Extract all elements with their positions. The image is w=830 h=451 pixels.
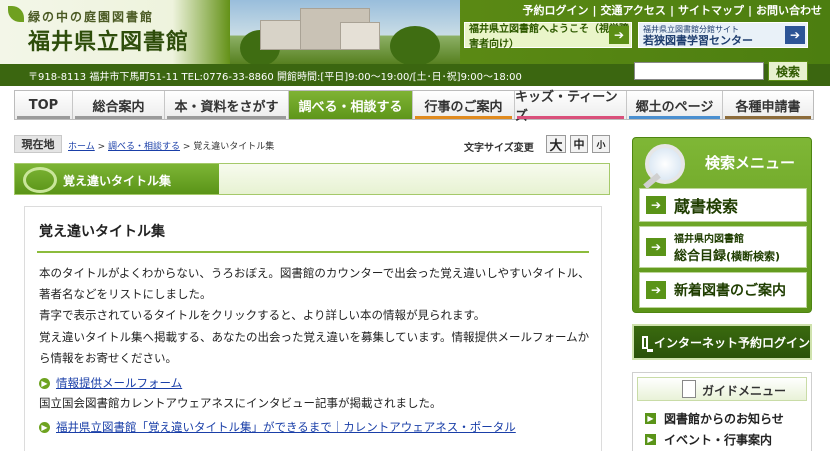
catalog-search-label: 蔵書検索	[674, 197, 739, 216]
breadcrumb: ホーム > 調べる・相談する > 覚え違いタイトル集	[68, 139, 274, 152]
nav-stripe	[629, 116, 720, 119]
new-books-label: 新着図書のご案内	[674, 283, 786, 299]
intro-paragraph: 本のタイトルがよくわからない、うろおぼえ。図書館のカウンターで出会った覚え違いし…	[39, 266, 590, 301]
document-icon	[682, 380, 696, 398]
wakasa-banner[interactable]: 福井県立図書館分館サイト 若狭図書学習センター ➔	[638, 22, 808, 48]
arrow-right-icon: ▶	[645, 434, 656, 445]
link-sitemap[interactable]: サイトマップ	[678, 4, 744, 17]
union-catalog-line1: 福井県内図書館	[674, 234, 744, 245]
font-size-large-button[interactable]: 大	[546, 135, 566, 154]
nav-label: 郷土のページ	[635, 99, 714, 115]
content-box: 覚え違いタイトル集 本のタイトルがよくわからない、うろおぼえ。図書館のカウンター…	[24, 206, 602, 451]
hint-paragraph: 青字で表示されているタイトルをクリックすると、より詳しい本の情報が見られます。	[39, 308, 486, 322]
search-button[interactable]: 検索	[768, 61, 808, 81]
guide-menu-header: ガイドメニュー	[637, 377, 807, 401]
nav-label: 調べる・相談する	[298, 99, 403, 115]
union-catalog-suffix: (横断検索)	[726, 250, 781, 263]
page-heading: 覚え違いタイトル集	[63, 174, 172, 188]
arrow-circle-icon: ▶	[39, 377, 50, 389]
nav-guide[interactable]: 総合案内	[73, 91, 165, 119]
logo-title: 福井県立図書館	[28, 30, 190, 55]
mail-form-link-row: ▶ 情報提供メールフォーム	[39, 375, 182, 391]
internet-reservation-login-button[interactable]: インターネット予約ログイン	[632, 324, 812, 360]
breadcrumb-current: 覚え違いタイトル集	[193, 142, 275, 152]
search-menu: 検索メニュー ➔ 蔵書検索 ➔ 福井県内図書館 総合目録(横断検索) ➔ 新着図…	[632, 137, 812, 313]
guide-menu-title: ガイドメニュー	[702, 384, 787, 398]
library-info: 〒918-8113 福井市下馬町51-11 TEL:0776-33-8860 開…	[28, 72, 522, 83]
nav-stripe	[725, 116, 811, 119]
guide-item-label: イベント・行事案内	[664, 433, 773, 447]
breadcrumb-label: 現在地	[14, 135, 62, 153]
nav-top[interactable]: TOP	[15, 91, 73, 119]
breadcrumb-home[interactable]: ホーム	[68, 142, 95, 152]
logo[interactable]: 緑の中の庭園図書館 福井県立図書館	[0, 0, 230, 64]
breadcrumb-section[interactable]: 調べる・相談する	[108, 142, 180, 152]
nav-search-materials[interactable]: 本・資料をさがす	[165, 91, 289, 119]
search-input[interactable]	[634, 62, 764, 80]
nav-local[interactable]: 郷土のページ	[627, 91, 723, 119]
guide-item-events[interactable]: ▶ イベント・行事案内	[645, 431, 772, 448]
site-header: 緑の中の庭園図書館 福井県立図書館 予約ログイン | 交通アクセス | サイトマップ | お…	[0, 0, 830, 86]
link-reserve-login[interactable]: 予約ログイン	[522, 4, 588, 17]
arrow-right-icon: ▶	[645, 413, 656, 424]
nav-kids-teens[interactable]: キッズ・ティーンズ	[515, 90, 627, 124]
search-menu-title: 検索メニュー	[705, 154, 796, 172]
header-tree	[390, 26, 440, 66]
content-title: 覚え違いタイトル集	[39, 224, 165, 240]
accessibility-banner-label: 福井県立図書館へようこそ（視覚障害者向け）	[469, 24, 629, 50]
guide-menu: ガイドメニュー ▶ 図書館からのお知らせ ▶ イベント・行事案内	[632, 372, 812, 451]
nav-label: 各種申請書	[735, 99, 801, 115]
breadcrumb-separator: >	[94, 142, 108, 152]
arrow-right-icon: ➔	[646, 196, 666, 214]
arrow-right-icon: ➔	[646, 238, 666, 256]
nav-label: 行事のご案内	[424, 99, 503, 115]
new-books-link[interactable]: ➔ 新着図書のご案内	[639, 272, 807, 308]
nav-stripe	[17, 116, 70, 119]
wakasa-banner-title: 若狭図書学習センター	[643, 34, 753, 47]
nav-events[interactable]: 行事のご案内	[413, 91, 515, 119]
mail-form-link[interactable]: 情報提供メールフォーム	[56, 375, 182, 391]
link-access[interactable]: 交通アクセス	[600, 4, 665, 17]
header-building	[340, 22, 380, 50]
union-catalog-link[interactable]: ➔ 福井県内図書館 総合目録(横断検索)	[639, 226, 807, 268]
breadcrumb-separator: >	[180, 142, 194, 152]
union-catalog-text: 福井県内図書館 総合目録(横断検索)	[674, 230, 780, 264]
leaf-icon	[8, 6, 24, 22]
interview-article-link[interactable]: 福井県立図書館「覚え違いタイトル集」ができるまで｜カレントアウェアネス・ポータル	[56, 419, 516, 435]
nav-label: 総合案内	[92, 99, 145, 115]
accessibility-banner[interactable]: 福井県立図書館へようこそ（視覚障害者向け） ➔	[464, 22, 632, 50]
nav-stripe	[167, 116, 286, 119]
arrow-right-icon: ➔	[646, 281, 666, 299]
request-paragraph: 覚え違いタイトル集へ掲載する、あなたの出会った覚え違いを募集しています。情報提供…	[39, 330, 590, 365]
title-divider	[37, 251, 589, 253]
font-size-medium-button[interactable]: 中	[570, 135, 588, 153]
monitor-icon	[642, 335, 653, 352]
page-heading-tab: 覚え違いタイトル集	[15, 164, 219, 194]
font-size-small-button[interactable]: 小	[592, 135, 610, 153]
catalog-search-link[interactable]: ➔ 蔵書検索	[639, 188, 807, 222]
nav-label: TOP	[28, 97, 59, 113]
interview-link-row: ▶ 福井県立図書館「覚え違いタイトル集」ができるまで｜カレントアウェアネス・ポー…	[39, 419, 516, 435]
link-contact[interactable]: お問い合わせ	[756, 4, 822, 17]
utility-links: 予約ログイン | 交通アクセス | サイトマップ | お問い合わせ	[522, 4, 822, 17]
guide-item-label: 図書館からのお知らせ	[664, 412, 784, 426]
arrow-right-icon: ➔	[785, 26, 805, 44]
nav-stripe	[517, 116, 624, 119]
logo-subtitle: 緑の中の庭園図書館	[28, 10, 155, 24]
arrow-circle-icon: ▶	[39, 421, 50, 433]
interview-paragraph: 国立国会図書館カレントアウェアネスにインタビュー記事が掲載されました。	[39, 396, 442, 410]
global-nav: TOP 総合案内 本・資料をさがす 調べる・相談する 行事のご案内 キッズ・ティ…	[14, 90, 814, 124]
arrow-right-icon: ➔	[609, 26, 629, 44]
circle-icon	[23, 167, 57, 193]
guide-item-news[interactable]: ▶ 図書館からのお知らせ	[645, 410, 784, 427]
nav-forms[interactable]: 各種申請書	[723, 91, 813, 119]
login-button-label: インターネット予約ログイン	[653, 335, 810, 350]
nav-label: 本・資料をさがす	[174, 99, 279, 115]
font-size-label: 文字サイズ変更	[464, 143, 534, 154]
nav-stripe	[415, 116, 512, 119]
nav-stripe	[75, 116, 162, 119]
page-heading-bar: 覚え違いタイトル集	[14, 163, 610, 195]
nav-reference[interactable]: 調べる・相談する	[289, 91, 413, 119]
union-catalog-line2: 総合目録	[674, 249, 727, 264]
